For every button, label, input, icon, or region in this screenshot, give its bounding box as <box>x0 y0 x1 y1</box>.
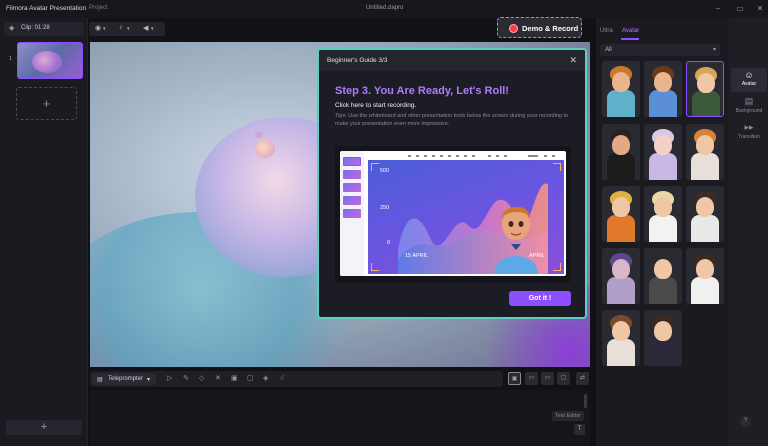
preview-y-tick: 250 <box>380 205 390 211</box>
side-nav-avatar[interactable]: ☺ Avatar <box>731 68 767 92</box>
avatar-card[interactable] <box>602 61 640 117</box>
beginners-guide-dialog: Beginner's Guide 3/3 ✕ Step 3. You Are R… <box>317 48 587 319</box>
filter-value: All <box>605 47 612 53</box>
preview-x-label: APRIL <box>529 253 545 259</box>
teleprompter-label: Teleprompter <box>108 376 144 382</box>
script-editor[interactable] <box>90 390 590 446</box>
got-it-button[interactable]: Got it ! <box>509 291 571 306</box>
record-icon <box>509 24 518 33</box>
demo-record-button[interactable]: Demo & Record <box>497 17 582 38</box>
avatar-card[interactable] <box>602 310 640 366</box>
camera-icon[interactable]: ◉ <box>95 24 101 32</box>
avatar-card[interactable] <box>602 124 640 180</box>
speaker-icon[interactable]: ◀ <box>143 24 148 32</box>
slide-number: 1 <box>9 56 13 62</box>
highlighter-icon[interactable]: ▢ <box>247 374 254 382</box>
shapes-icon[interactable]: ✕ <box>215 374 221 382</box>
tab-indicator <box>621 38 639 40</box>
file-name: Untitled.dapro <box>366 5 404 11</box>
avatar-card[interactable] <box>602 186 640 242</box>
clip-label: Clip: 01:28 <box>21 25 50 31</box>
avatar-card[interactable] <box>644 310 682 366</box>
clip-icon: ◈ <box>9 25 15 32</box>
chevron-down-icon: ▾ <box>147 377 151 383</box>
clip-header[interactable]: ◈ Clip: 01:28 <box>4 22 84 36</box>
add-slide-button[interactable]: + <box>16 87 77 120</box>
pen-icon[interactable]: ✎ <box>183 374 189 382</box>
teleprompter-button[interactable]: ▤ Teleprompter ▾ <box>92 373 156 385</box>
slide-thumbnail[interactable] <box>17 42 83 79</box>
teleprompter-icon: ▤ <box>97 377 103 383</box>
tab-ultra[interactable]: Ultra <box>600 28 613 34</box>
chevron-down-icon[interactable]: ▾ <box>127 26 130 32</box>
minimize-icon[interactable]: – <box>712 3 724 15</box>
text-editor-icon[interactable]: T <box>574 424 585 435</box>
view-layout-4-icon[interactable]: ▢ <box>557 372 570 385</box>
demo-record-label: Demo & Record <box>522 24 579 33</box>
microphone-icon[interactable]: ♪ <box>119 24 123 31</box>
tab-avatar[interactable]: Avatar <box>622 28 639 34</box>
script-scrollbar[interactable] <box>584 394 587 408</box>
app-title: Filmora Avatar Presentation <box>6 5 87 12</box>
close-window-icon[interactable]: ✕ <box>754 3 766 15</box>
guide-preview-image: 500 250 0 15 APRIL APRIL <box>335 146 571 282</box>
avatar-card[interactable] <box>686 248 724 304</box>
tips-text: Tips: Use the whiteboard and other prese… <box>335 113 569 127</box>
eraser-icon[interactable]: ◇ <box>199 374 204 382</box>
avatar-card[interactable] <box>686 186 724 242</box>
view-layout-3-icon[interactable]: ▭ <box>541 372 554 385</box>
text-icon[interactable]: ▣ <box>231 374 238 382</box>
transition-icon: ▸▸ <box>744 122 754 132</box>
media-toolbar: ◉ ▾ ♪ ▾ ◀ ▾ <box>89 22 165 36</box>
step-title: Step 3. You Are Ready, Let's Roll! <box>335 85 509 97</box>
swap-icon[interactable]: ⇄ <box>576 372 589 385</box>
avatar-card[interactable] <box>602 248 640 304</box>
dialog-header: Beginner's Guide 3/3 ✕ <box>319 50 585 71</box>
preview-y-tick: 0 <box>387 240 391 246</box>
avatar-card[interactable] <box>686 61 724 117</box>
view-layout-1-icon[interactable]: ▣ <box>508 372 521 385</box>
help-icon[interactable]: ? <box>740 416 751 427</box>
chevron-down-icon[interactable]: ▾ <box>103 26 106 32</box>
slides-panel <box>0 18 88 446</box>
close-icon[interactable]: ✕ <box>569 55 577 66</box>
preview-x-label: 15 APRIL <box>405 253 429 259</box>
chevron-down-icon[interactable]: ▾ <box>151 26 154 32</box>
side-nav-background[interactable]: ▤ Background <box>731 96 767 114</box>
background-icon: ▤ <box>744 96 754 106</box>
side-nav-transition[interactable]: ▸▸ Transition <box>731 122 767 140</box>
avatar-card[interactable] <box>644 61 682 117</box>
menu-project[interactable]: Project <box>89 5 108 11</box>
pointer-icon[interactable]: ▷ <box>167 374 172 382</box>
view-layout-2-icon[interactable]: ▭ <box>525 372 538 385</box>
instruction-text: Click here to start recording. <box>335 102 417 109</box>
add-button[interactable]: + <box>6 420 82 435</box>
preview-y-tick: 500 <box>380 168 390 174</box>
avatar-card[interactable] <box>644 186 682 242</box>
avatar-card[interactable] <box>644 124 682 180</box>
maximize-icon[interactable]: ▭ <box>734 3 746 15</box>
filter-select[interactable]: All ▾ <box>600 44 720 56</box>
chevron-down-icon: ▾ <box>712 47 716 53</box>
laser-icon[interactable]: ◈ <box>263 374 268 382</box>
avatar-card[interactable] <box>644 248 682 304</box>
avatar-card[interactable] <box>686 124 724 180</box>
avatar-icon: ☺ <box>744 70 754 80</box>
undo-icon[interactable]: ↺ <box>279 374 285 382</box>
dialog-title: Beginner's Guide 3/3 <box>327 57 388 64</box>
text-editor-tooltip: Text Editor <box>552 411 584 421</box>
